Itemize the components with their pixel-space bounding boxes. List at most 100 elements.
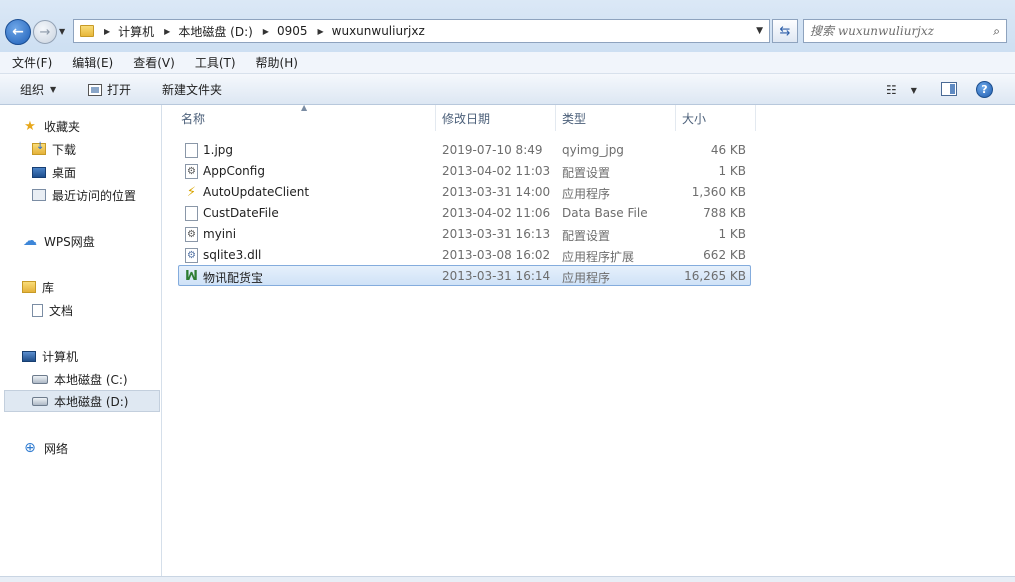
nav-network-label: 网络 bbox=[44, 441, 69, 456]
refresh-button[interactable]: ⇆ bbox=[772, 19, 798, 43]
file-type: 配置设置 bbox=[562, 229, 611, 243]
address-bar[interactable]: ▶ 计算机 ▶ 本地磁盘 (D:) ▶ 0905 ▶ wuxunwuliurjx… bbox=[73, 19, 770, 43]
address-dropdown-icon[interactable]: ▼ bbox=[756, 26, 763, 36]
nav-recent-label: 最近访问的位置 bbox=[52, 188, 137, 203]
address-toolbar: ← → ▼ ▶ 计算机 ▶ 本地磁盘 (D:) ▶ 0905 ▶ wuxunwu… bbox=[0, 0, 1015, 52]
file-row[interactable]: ⚙ sqlite3.dll 2013-03-08 16:02 应用程序扩展 66… bbox=[178, 244, 751, 265]
file-row[interactable]: ⚙ AppConfig 2013-04-02 11:03 配置设置 1 KB bbox=[178, 160, 751, 181]
app-logo-icon: ꟽ bbox=[185, 269, 198, 284]
file-row[interactable]: ⚙ myini 2013-03-31 16:13 配置设置 1 KB bbox=[178, 223, 751, 244]
search-box[interactable]: ⌕ bbox=[803, 19, 1007, 43]
config-file-icon: ⚙ bbox=[185, 227, 198, 242]
forward-button[interactable]: → bbox=[33, 20, 57, 44]
breadcrumb-chevron-icon[interactable]: ▶ bbox=[263, 27, 269, 36]
organize-label: 组织 bbox=[20, 83, 45, 97]
file-name: sqlite3.dll bbox=[203, 248, 262, 262]
file-date: 2013-03-31 16:14 bbox=[442, 269, 551, 283]
breadcrumb-chevron-icon[interactable]: ▶ bbox=[318, 27, 324, 36]
help-icon[interactable]: ? bbox=[976, 81, 993, 98]
file-type: 应用程序扩展 bbox=[562, 250, 635, 264]
search-input[interactable] bbox=[810, 21, 985, 41]
nav-downloads-label: 下载 bbox=[52, 142, 77, 157]
file-name: CustDateFile bbox=[203, 206, 279, 220]
column-type-label: 类型 bbox=[562, 111, 587, 126]
breadcrumb-current-folder[interactable]: wuxunwuliurjxz bbox=[332, 24, 425, 38]
nav-drive-c[interactable]: 本地磁盘 (C:) bbox=[32, 368, 128, 390]
nav-network[interactable]: ⊕ 网络 bbox=[22, 437, 68, 459]
desktop-icon bbox=[32, 166, 46, 178]
nav-downloads[interactable]: 下载 bbox=[32, 138, 76, 160]
file-name: AppConfig bbox=[203, 164, 265, 178]
file-name: myini bbox=[203, 227, 237, 241]
file-row[interactable]: CustDateFile 2013-04-02 11:06 Data Base … bbox=[178, 202, 751, 223]
navigation-pane: ★ 收藏夹 下载 桌面 最近访问的位置 ☁ WPS网盘 库 文档 计算机 本地磁… bbox=[0, 105, 162, 582]
nav-documents-label: 文档 bbox=[49, 303, 74, 318]
file-date: 2013-03-31 16:13 bbox=[442, 227, 551, 241]
menu-tools[interactable]: 工具(T) bbox=[183, 54, 244, 71]
nav-favorites-label: 收藏夹 bbox=[44, 119, 81, 134]
network-icon: ⊕ bbox=[24, 440, 36, 456]
menu-bar: 文件(F) 编辑(E) 查看(V) 工具(T) 帮助(H) bbox=[0, 52, 1015, 74]
nav-documents[interactable]: 文档 bbox=[32, 299, 73, 321]
preview-pane-icon[interactable] bbox=[941, 82, 957, 96]
image-file-icon bbox=[185, 143, 198, 158]
breadcrumb-0905[interactable]: 0905 bbox=[277, 24, 308, 38]
nav-drive-d[interactable]: 本地磁盘 (D:) bbox=[4, 390, 160, 412]
cloud-icon: ☁ bbox=[23, 233, 37, 249]
file-row[interactable]: 1.jpg 2019-07-10 8:49 qyimg_jpg 46 KB bbox=[178, 139, 751, 160]
file-name: 物讯配货宝 bbox=[203, 271, 264, 285]
chevron-down-icon[interactable]: ▼ bbox=[911, 86, 917, 95]
breadcrumb-chevron-icon[interactable]: ▶ bbox=[164, 27, 170, 36]
change-view-button[interactable]: ☷ ▼ bbox=[886, 83, 917, 97]
nav-desktop[interactable]: 桌面 bbox=[32, 161, 76, 183]
recent-places-icon bbox=[32, 189, 46, 201]
menu-file[interactable]: 文件(F) bbox=[0, 54, 60, 71]
file-date: 2013-04-02 11:06 bbox=[442, 206, 551, 220]
file-row[interactable]: ⚡ AutoUpdateClient 2013-03-31 14:00 应用程序… bbox=[178, 181, 751, 202]
new-folder-button[interactable]: 新建文件夹 bbox=[162, 74, 222, 105]
new-folder-label: 新建文件夹 bbox=[162, 83, 223, 97]
nav-favorites[interactable]: ★ 收藏夹 bbox=[22, 115, 80, 137]
file-name: 1.jpg bbox=[203, 143, 234, 157]
menu-view[interactable]: 查看(V) bbox=[121, 54, 183, 71]
nav-drive-c-label: 本地磁盘 (C:) bbox=[54, 372, 128, 387]
open-label: 打开 bbox=[107, 83, 132, 97]
search-icon[interactable]: ⌕ bbox=[993, 24, 1000, 39]
file-type: 配置设置 bbox=[562, 166, 611, 180]
file-row-selected[interactable]: ꟽ 物讯配货宝 2013-03-31 16:14 应用程序 16,265 KB bbox=[178, 265, 751, 286]
file-type: 应用程序 bbox=[562, 187, 611, 201]
column-header-size[interactable]: 大小 bbox=[676, 105, 756, 131]
column-name-label: 名称 bbox=[181, 111, 206, 126]
column-header-date[interactable]: 修改日期 bbox=[436, 105, 556, 131]
file-type: qyimg_jpg bbox=[562, 143, 624, 157]
recent-pages-dropdown[interactable]: ▼ bbox=[59, 27, 69, 37]
chevron-down-icon: ▼ bbox=[50, 85, 57, 94]
organize-button[interactable]: 组织 ▼ bbox=[20, 74, 56, 105]
nav-computer-label: 计算机 bbox=[42, 349, 79, 364]
nav-computer[interactable]: 计算机 bbox=[22, 345, 78, 367]
nav-wps-cloud[interactable]: ☁ WPS网盘 bbox=[22, 230, 95, 252]
database-file-icon bbox=[185, 206, 198, 221]
file-date: 2013-03-31 14:00 bbox=[442, 185, 551, 199]
nav-libraries[interactable]: 库 bbox=[22, 276, 54, 298]
breadcrumb-computer[interactable]: 计算机 bbox=[118, 23, 154, 40]
nav-libraries-label: 库 bbox=[42, 280, 55, 295]
drive-icon bbox=[32, 396, 48, 406]
menu-help[interactable]: 帮助(H) bbox=[244, 54, 306, 71]
file-list: ▲ 名称 修改日期 类型 大小 1.jpg 2019-07-10 8:49 qy… bbox=[163, 103, 1015, 582]
column-header-name[interactable]: ▲ 名称 bbox=[163, 103, 436, 131]
back-button[interactable]: ← bbox=[5, 19, 31, 45]
file-date: 2013-03-08 16:02 bbox=[442, 248, 551, 262]
file-type: Data Base File bbox=[562, 206, 648, 220]
open-button[interactable]: 打开 bbox=[88, 74, 131, 105]
menu-edit[interactable]: 编辑(E) bbox=[60, 54, 121, 71]
breadcrumb-chevron-icon[interactable]: ▶ bbox=[104, 27, 110, 36]
star-icon: ★ bbox=[24, 118, 36, 134]
nav-recent-places[interactable]: 最近访问的位置 bbox=[32, 184, 136, 206]
breadcrumb-drive-d[interactable]: 本地磁盘 (D:) bbox=[178, 23, 252, 40]
command-bar: 组织 ▼ 打开 新建文件夹 ☷ ▼ ? bbox=[0, 74, 1015, 105]
library-icon bbox=[22, 281, 36, 293]
nav-wps-label: WPS网盘 bbox=[44, 234, 95, 249]
config-file-icon: ⚙ bbox=[185, 164, 198, 179]
column-header-type[interactable]: 类型 bbox=[556, 105, 676, 131]
